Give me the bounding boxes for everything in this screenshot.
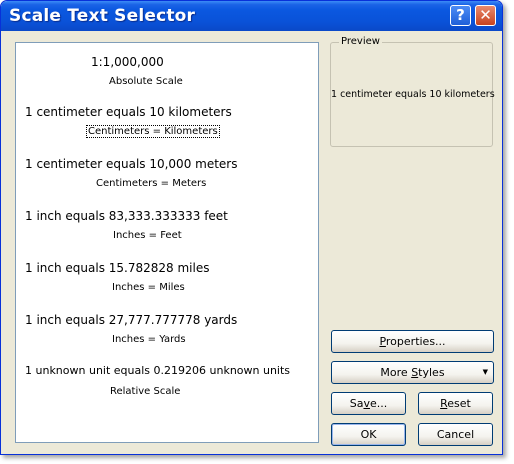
title-bar[interactable]: Scale Text Selector ? ✕ (1, 1, 502, 31)
save-button[interactable]: Save... (331, 392, 406, 415)
style-scale-text: 1 centimeter equals 10 kilometers (25, 105, 232, 119)
style-scale-text: 1 centimeter equals 10,000 meters (25, 157, 238, 171)
button-label-part: More (380, 366, 412, 379)
button-label-part: Sa (349, 397, 364, 410)
properties-button[interactable]: Properties... (331, 330, 494, 353)
style-name: Inches = Feet (113, 230, 182, 241)
button-label-part: eset (447, 397, 471, 410)
scale-style-list[interactable]: 1:1,000,000 Absolute Scale 1 centimeter … (15, 42, 319, 443)
window-title: Scale Text Selector (9, 6, 196, 26)
style-name: Centimeters = Meters (96, 178, 207, 189)
close-icon: ✕ (479, 6, 492, 24)
preview-label: Preview (339, 36, 382, 47)
style-name: Relative Scale (110, 386, 181, 397)
style-name: Absolute Scale (109, 76, 183, 87)
ok-button[interactable]: OK (331, 423, 406, 446)
style-scale-text: 1 inch equals 15.782828 miles (25, 261, 210, 275)
style-name: Inches = Miles (112, 282, 185, 293)
style-scale-text: 1:1,000,000 (91, 55, 164, 69)
style-scale-text: 1 inch equals 83,333.333333 feet (25, 209, 228, 223)
scale-text-selector-dialog: Scale Text Selector ? ✕ 1:1,000,000 Abso… (0, 0, 503, 455)
style-name: Centimeters = Kilometers (86, 125, 220, 138)
more-styles-button[interactable]: More Styles ▼ (331, 361, 494, 384)
preview-text: 1 centimeter equals 10 kilometers (331, 89, 495, 100)
preview-group: Preview 1 centimeter equals 10 kilometer… (330, 36, 495, 147)
style-scale-text: 1 unknown unit equals 0.219206 unknown u… (25, 364, 291, 377)
help-button[interactable]: ? (450, 5, 471, 26)
help-icon: ? (456, 6, 465, 24)
button-label-part: roperties... (385, 335, 446, 348)
button-label-part: e... (369, 397, 388, 410)
close-button[interactable]: ✕ (475, 5, 496, 26)
button-label-part: tyles (418, 366, 445, 379)
dropdown-arrow-icon: ▼ (482, 368, 488, 376)
style-name: Inches = Yards (112, 334, 186, 345)
cancel-button[interactable]: Cancel (418, 423, 493, 446)
reset-button[interactable]: Reset (418, 392, 493, 415)
style-scale-text: 1 inch equals 27,777.777778 yards (25, 313, 238, 327)
